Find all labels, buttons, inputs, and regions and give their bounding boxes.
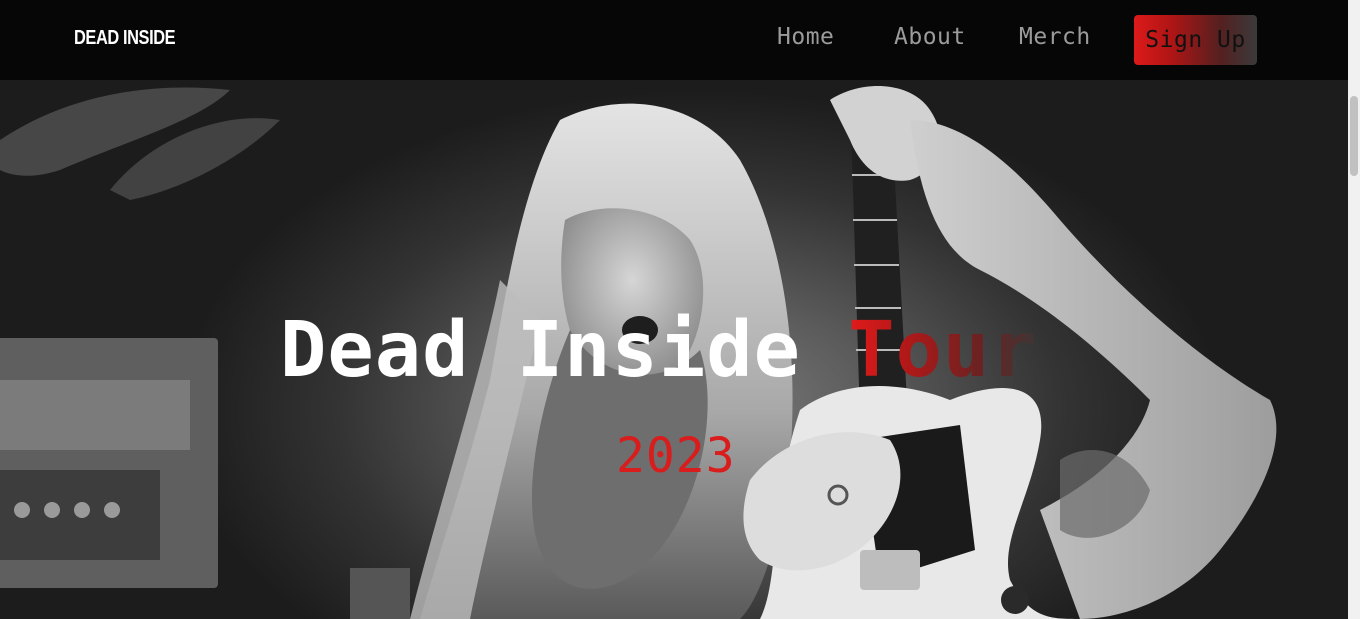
brand-logo[interactable]: DEAD INSIDE (74, 27, 176, 50)
scrollbar-thumb[interactable] (1350, 96, 1358, 176)
hero-title-accent: Tour (848, 306, 1038, 395)
hero-title: Dead Inside Tour (280, 312, 1038, 389)
hero-title-main: Dead Inside (280, 306, 849, 395)
page-scrollbar[interactable] (1348, 0, 1360, 619)
nav-link-merch[interactable]: Merch (1019, 24, 1091, 50)
hero-year: 2023 (616, 428, 736, 484)
page: DEAD INSIDE Home About Merch Sign Up Dea… (0, 0, 1360, 619)
hero-section: Dead Inside Tour 2023 (0, 80, 1348, 619)
nav-link-home[interactable]: Home (777, 24, 834, 50)
navbar: DEAD INSIDE Home About Merch Sign Up (0, 0, 1348, 80)
signup-button[interactable]: Sign Up (1134, 15, 1257, 65)
nav-link-about[interactable]: About (894, 24, 966, 50)
